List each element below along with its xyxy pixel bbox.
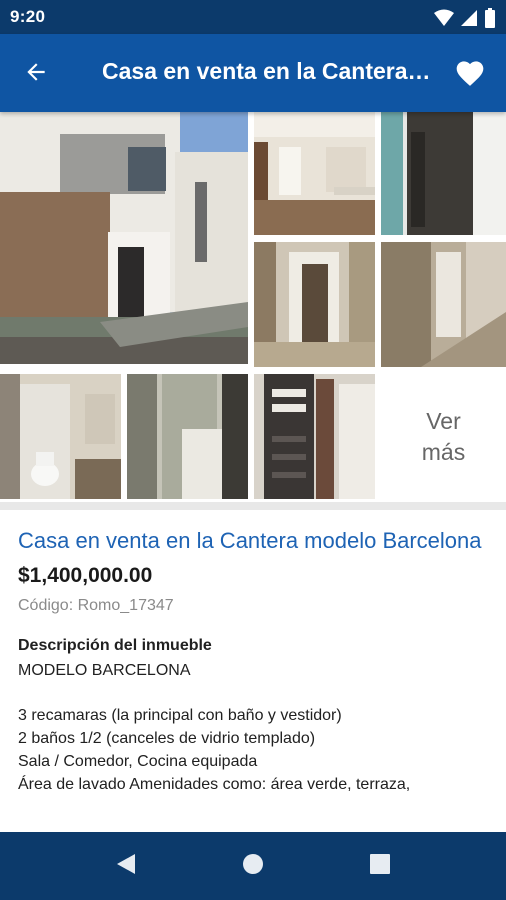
- back-triangle-icon: [115, 852, 137, 881]
- gallery-divider: [0, 502, 506, 510]
- battery-icon: [484, 8, 496, 33]
- heart-icon: [454, 57, 486, 92]
- see-more-line1: Ver: [426, 407, 461, 434]
- see-more-line2: más: [421, 438, 466, 465]
- listing-title: Casa en venta en la Cantera modelo Barce…: [18, 528, 482, 553]
- photo-room[interactable]: [127, 374, 248, 499]
- system-nav-bar: [0, 832, 506, 900]
- photo-wardrobe[interactable]: [254, 374, 375, 499]
- listing-price: $1,400,000.00: [18, 564, 153, 587]
- home-circle-icon: [241, 852, 265, 881]
- photo-closet[interactable]: [381, 112, 506, 235]
- see-more-button[interactable]: Ver más: [381, 374, 506, 499]
- status-icons: [434, 8, 496, 33]
- signal-icon: [460, 9, 478, 32]
- favorite-button[interactable]: [450, 54, 490, 94]
- description-line: 2 baños 1/2 (canceles de vidrio templado…: [18, 730, 316, 747]
- photo-main-facade[interactable]: [0, 112, 248, 364]
- photo-stairs[interactable]: [381, 242, 506, 367]
- photo-hallway[interactable]: [254, 242, 375, 367]
- nav-home-button[interactable]: [233, 846, 273, 886]
- back-button[interactable]: [14, 52, 58, 96]
- listing-code: Código: Romo_17347: [18, 597, 174, 614]
- nav-back-button[interactable]: [106, 846, 146, 886]
- description-intro: MODELO BARCELONA: [18, 662, 191, 679]
- description-line: Área de lavado Amenidades como: área ver…: [18, 776, 411, 793]
- wifi-icon: [434, 9, 454, 32]
- listing-details: Casa en venta en la Cantera modelo Barce…: [18, 526, 494, 796]
- photo-kitchen[interactable]: [254, 112, 375, 235]
- description-heading: Descripción del inmueble: [18, 637, 212, 654]
- recents-square-icon: [369, 853, 391, 880]
- page-title: Casa en venta en la Cantera modelo Barce…: [102, 58, 432, 84]
- status-bar: 9:20: [0, 0, 506, 34]
- description-line: Sala / Comedor, Cocina equipada: [18, 753, 258, 770]
- nav-recents-button[interactable]: [360, 846, 400, 886]
- app-bar: Casa en venta en la Cantera modelo Barce…: [0, 34, 506, 112]
- photo-bathroom[interactable]: [0, 374, 121, 499]
- status-time: 9:20: [10, 7, 46, 26]
- description-line: 3 recamaras (la principal con baño y ves…: [18, 707, 342, 724]
- arrow-back-icon: [23, 59, 49, 90]
- photo-gallery: Ver más: [0, 112, 506, 504]
